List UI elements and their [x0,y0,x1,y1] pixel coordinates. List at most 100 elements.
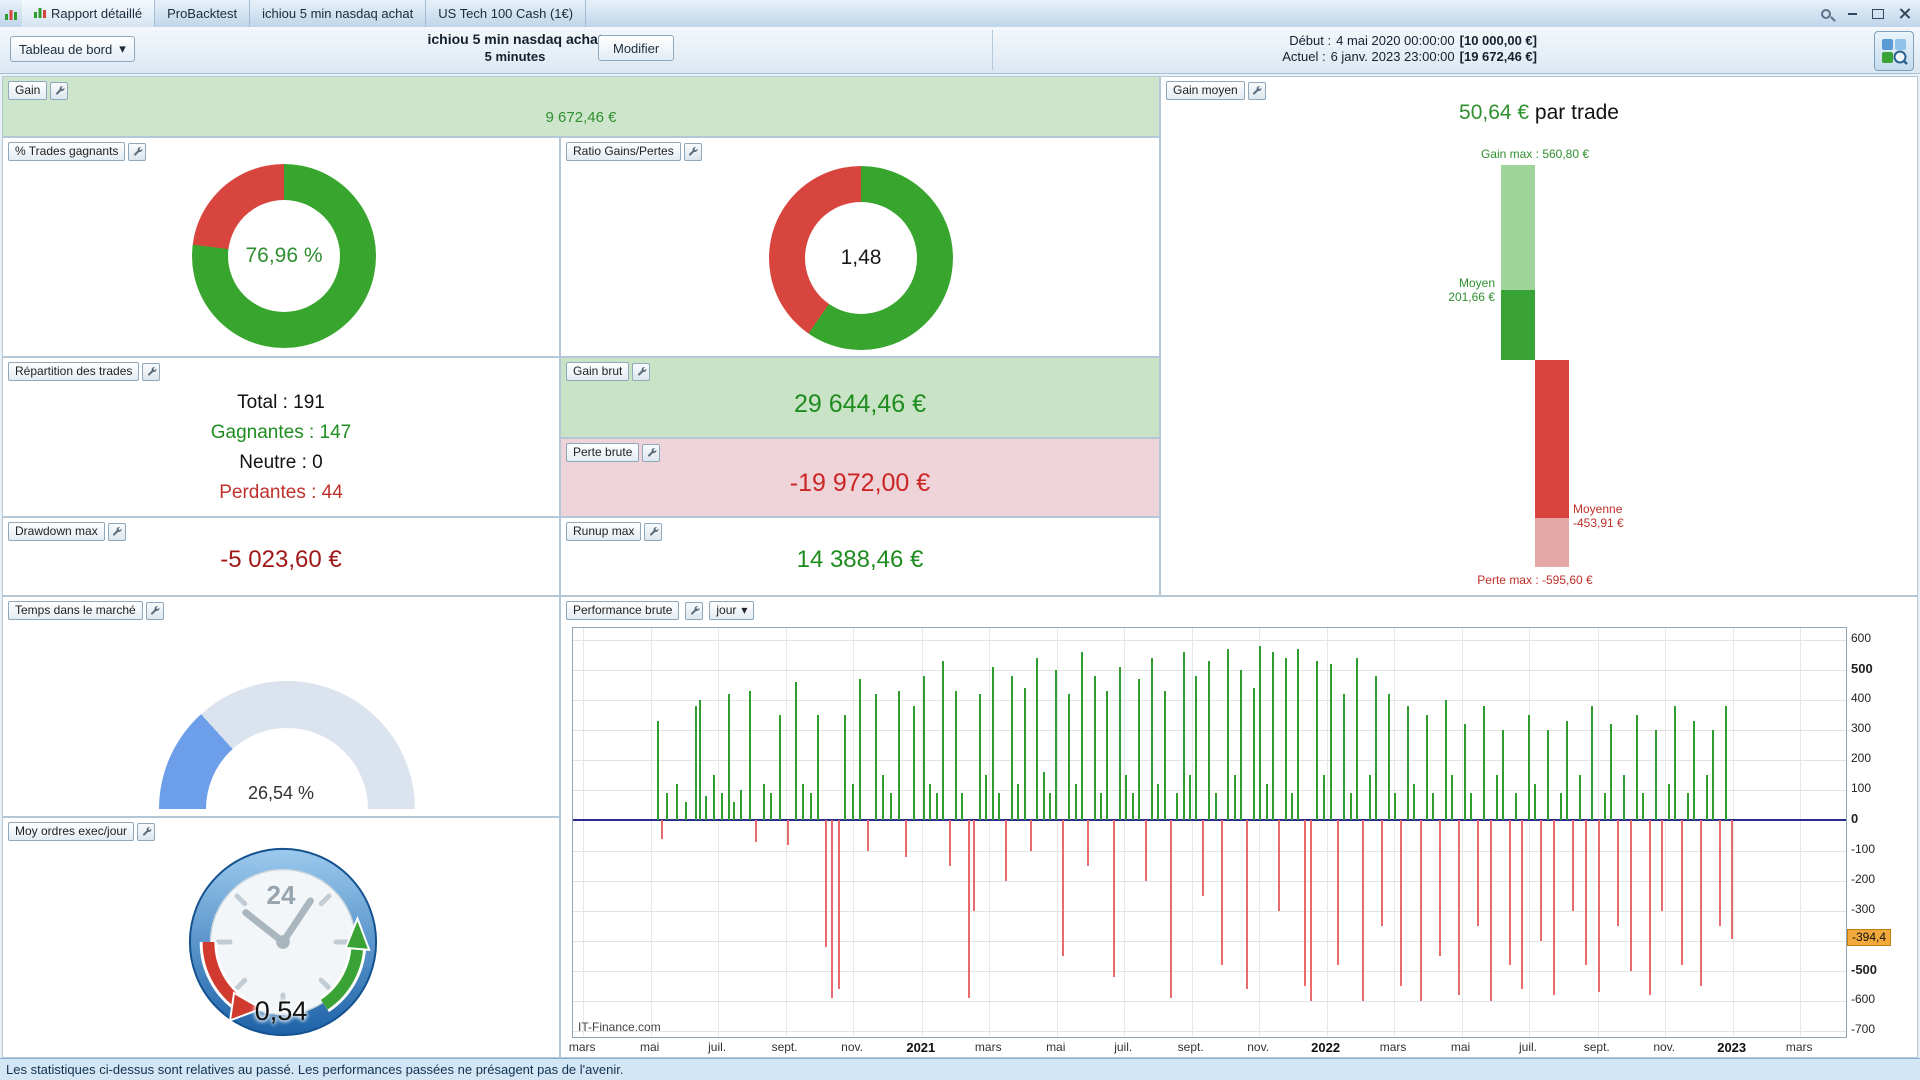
panel-perf-label: Performance brute [566,601,680,620]
period-select[interactable]: jour ▾ [709,601,755,620]
wrench-settings-icon[interactable] [142,362,161,381]
app-icon [0,0,22,27]
gain-value: 9 672,46 € [545,109,617,126]
gain-max-label: Gain max : 560,80 € [1480,147,1590,161]
wrench-settings-icon[interactable] [50,81,69,100]
gain-loss-ratio-donut-chart: 1,48 [769,166,953,350]
waterfall-loss-max-bar [1535,517,1569,567]
start-amount: [10 000,00 €] [1459,33,1537,48]
wrench-settings-icon[interactable] [137,822,156,841]
performance-y-axis: 600 500 400 300 200 100 0 -100 -200 -300 -500 -600-… [1847,597,1913,1059]
panel-temps-marche: Temps dans le marché 26,54 % [2,596,560,817]
max-runup-value: 14 388,46 € [796,546,924,573]
gain-loss-ratio-value: 1,48 [840,246,882,269]
panel-drawdown-label: Drawdown max [8,522,105,541]
panel-gainmoyen-label: Gain moyen [1166,81,1245,100]
wrench-settings-icon[interactable] [642,443,661,462]
tab-strategy[interactable]: ichiou 5 min nasdaq achat [250,0,427,27]
modify-button[interactable]: Modifier [598,35,675,61]
tab-label: ProBacktest [167,6,238,21]
panel-runup-header: Runup max [566,522,663,541]
performance-bar-chart: IT-Finance.com [572,627,1847,1038]
panel-ratio-gains-pertes: Ratio Gains/Pertes 1,48 [560,137,1160,357]
panel-gainmoyen-header: Gain moyen [1166,81,1266,100]
probacktest-window: Rapport détaillé ProBacktest ichiou 5 mi… [0,0,1920,1080]
dashboard-widget-icon[interactable] [1874,31,1914,71]
panel-ratio-label: Ratio Gains/Pertes [566,142,681,161]
watermark: IT-Finance.com [578,1020,661,1034]
total-trades: Total : 191 [237,392,325,413]
titlebar-spacer [586,0,1816,27]
gross-gain-value: 29 644,46 € [793,390,927,418]
current-value-highlight: -394,4 [1847,929,1892,947]
wrench-settings-icon[interactable] [107,522,126,541]
neutral-trades: Neutre : 0 [239,452,323,473]
tab-instrument[interactable]: US Tech 100 Cash (1€) [426,0,587,27]
toolbar: Tableau de bord ▾ ichiou 5 min nasdaq ac… [0,27,1920,74]
time-in-market-value: 26,54 % [247,783,315,803]
panel-drawdown-header: Drawdown max [8,522,126,541]
panel-runup-label: Runup max [566,522,642,541]
panel-performance-brute: Performance brute jour ▾ IT-Finance.com … [560,596,1918,1058]
close-button[interactable] [1894,5,1914,23]
wrench-settings-icon[interactable] [1247,81,1266,100]
trade-repartition-stats: Total : 191 Gagnantes : 147 Neutre : 0 P… [3,388,559,508]
account-info: Début : 4 mai 2020 00:00:00 [10 000,00 €… [1274,33,1537,65]
average-gain-title: 50,64 € par trade [1161,101,1917,125]
current-label: Actuel : [1282,49,1326,64]
panel-pct-header: % Trades gagnants [8,142,147,161]
current-amount: [19 672,46 €] [1459,49,1537,64]
view-select-label: Tableau de bord [19,41,113,57]
average-gain-value: 50,64 € [1459,101,1530,124]
gross-loss-value: -19 972,00 € [789,469,931,497]
minimize-button[interactable] [1842,5,1862,23]
panel-repartition-trades: Répartition des trades Total : 191 Gagna… [2,357,560,517]
panel-pertebrute-header: Perte brute [566,443,661,462]
panel-moyordres-label: Moy ordres exec/jour [8,822,135,841]
panel-temps-label: Temps dans le marché [8,601,143,620]
dashboard-view-select[interactable]: Tableau de bord ▾ [10,36,135,62]
panel-perf-header: Performance brute jour ▾ [566,601,755,620]
average-loss-label: Moyenne -453,91 € [1573,501,1624,530]
wrench-settings-icon[interactable] [685,601,704,620]
tab-label: US Tech 100 Cash (1€) [438,6,574,21]
losing-trades: Perdantes : 44 [219,482,343,503]
winning-trades-percentage: 76,96 % [245,244,323,267]
panel-gain-header: Gain [8,81,69,100]
detach-pin-icon[interactable] [1816,5,1836,23]
average-gain-suffix: par trade [1529,101,1619,124]
maximize-button[interactable] [1868,5,1888,23]
panel-temps-header: Temps dans le marché [8,601,164,620]
panel-gain-brut: Gain brut 29 644,46 € [560,357,1160,438]
panel-moyordres-header: Moy ordres exec/jour [8,822,156,841]
tab-probacktest[interactable]: ProBacktest [155,0,251,27]
period-select-value: jour [716,603,737,617]
panel-pct-label: % Trades gagnants [8,142,126,161]
clock-24-badge: 24 [266,880,296,910]
wrench-settings-icon[interactable] [632,362,651,381]
tab-label: ichiou 5 min nasdaq achat [262,6,414,21]
waterfall-gain-max-bar [1501,165,1535,290]
panel-gain-moyen: Gain moyen 50,64 € par trade Gain max : … [1160,76,1918,596]
panel-pct-trades-gagnants: % Trades gagnants 76,96 % [2,137,560,357]
panel-ratio-header: Ratio Gains/Pertes [566,142,702,161]
waterfall-average-gain-bar [1501,289,1535,360]
waterfall-average-loss-bar [1535,359,1569,518]
chevron-down-icon: ▾ [741,603,748,617]
wrench-settings-icon[interactable] [683,142,702,161]
start-datetime: 4 mai 2020 00:00:00 [1336,33,1455,48]
tab-label: Rapport détaillé [51,6,143,21]
status-bar: Les statistiques ci-dessus sont relative… [0,1058,1920,1080]
winning-trades: Gagnantes : 147 [210,422,352,443]
wrench-settings-icon[interactable] [128,142,147,161]
performance-x-axis: mars mai juil. sept. nov. 2021 mars mai juil. sep… [568,1040,1813,1055]
panel-drawdown-max: Drawdown max -5 023,60 € [2,517,560,596]
winning-trades-donut-chart: 76,96 % [192,164,376,348]
tab-rapport-detaille[interactable]: Rapport détaillé [22,0,156,27]
toolbar-divider [992,30,993,70]
loss-max-label: Perte max : -595,60 € [1477,573,1593,587]
title-bar: Rapport détaillé ProBacktest ichiou 5 mi… [0,0,1920,28]
wrench-settings-icon[interactable] [644,522,663,541]
wrench-settings-icon[interactable] [145,601,164,620]
average-gain-label: Moyen 201,66 € [1448,275,1495,304]
